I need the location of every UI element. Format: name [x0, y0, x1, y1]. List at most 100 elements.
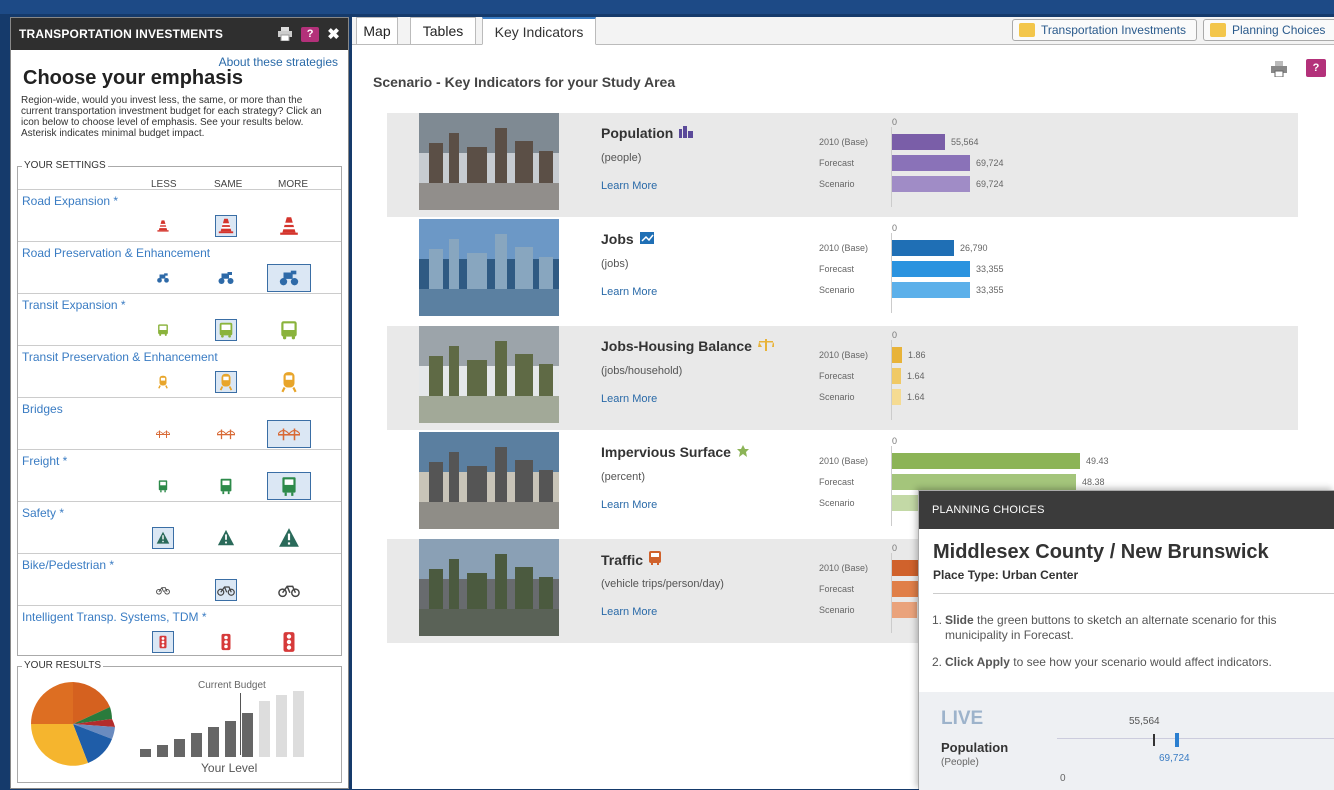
base-marker	[1153, 734, 1155, 746]
bar-value: 69,724	[976, 158, 1004, 168]
budget-level-bar	[191, 733, 202, 757]
bridge-icon[interactable]	[267, 420, 311, 448]
bar-value: 33,355	[976, 264, 1004, 274]
bus-icon[interactable]	[154, 321, 172, 339]
roller-icon[interactable]	[154, 269, 172, 287]
learn-more-link[interactable]: Learn More	[601, 499, 657, 511]
indicator-unit: (people)	[601, 152, 642, 164]
settings-box: YOUR SETTINGS LESS SAME MORE Road Expans…	[17, 160, 342, 656]
bridge-icon[interactable]	[215, 423, 237, 445]
step-2-bold: Click Apply	[945, 655, 1010, 669]
panel-title: TRANSPORTATION INVESTMENTS	[19, 27, 224, 41]
print-icon[interactable]	[1270, 61, 1288, 80]
population-slider-handle[interactable]	[1175, 733, 1179, 747]
roller-icon[interactable]	[267, 264, 311, 292]
train-icon[interactable]	[276, 369, 302, 395]
planning-choices-button[interactable]: Planning Choices	[1203, 19, 1334, 41]
bar-label: 2010 (Base)	[819, 137, 869, 147]
truck-icon[interactable]	[154, 477, 172, 495]
step-2: 2. Click Apply to see how your scenario …	[932, 655, 1272, 669]
cursor-icon	[1210, 23, 1226, 37]
indicator-unit: (jobs)	[601, 258, 629, 270]
traffic-cone-icon[interactable]	[215, 215, 237, 237]
bicycle-icon[interactable]	[215, 579, 237, 601]
bar-label: 2010 (Base)	[819, 243, 869, 253]
indicator-bar	[892, 176, 970, 192]
tab-map[interactable]: Map	[356, 17, 398, 45]
learn-more-link[interactable]: Learn More	[601, 393, 657, 405]
indicator-title: Jobs-Housing Balance	[601, 338, 776, 354]
slider-zero: 0	[1060, 773, 1066, 784]
base-value: 55,564	[1129, 716, 1160, 727]
bicycle-icon[interactable]	[154, 581, 172, 599]
indicator-unit: (vehicle trips/person/day)	[601, 578, 724, 590]
warning-triangle-icon[interactable]	[152, 527, 174, 549]
bar-label: 2010 (Base)	[819, 563, 869, 573]
axis-zero: 0	[892, 117, 898, 127]
tab-key-indicators[interactable]: Key Indicators	[482, 17, 596, 45]
learn-more-link[interactable]: Learn More	[601, 606, 657, 618]
indicator-card: Population (people) Learn More 0 2010 (B…	[387, 113, 1298, 217]
print-icon[interactable]	[277, 27, 293, 41]
popup-header: PLANNING CHOICES	[919, 491, 1334, 529]
strategy-name: Bridges	[22, 402, 63, 416]
bar-value: 69,724	[976, 179, 1004, 189]
indicator-bar	[892, 282, 970, 298]
train-icon[interactable]	[215, 371, 237, 393]
bar-label: Scenario	[819, 605, 855, 615]
axis-zero: 0	[892, 436, 898, 446]
budget-level-bar	[140, 749, 151, 757]
warning-triangle-icon[interactable]	[276, 525, 302, 551]
emphasis-description: Region-wide, would you invest less, the …	[21, 95, 322, 139]
close-icon[interactable]: ✖	[327, 25, 340, 43]
your-level-label: Your Level	[201, 761, 258, 775]
traffic-cone-icon[interactable]	[154, 217, 172, 235]
indicator-title: Population	[601, 125, 694, 141]
learn-more-link[interactable]: Learn More	[601, 286, 657, 298]
learn-more-link[interactable]: Learn More	[601, 180, 657, 192]
budget-level-bar	[293, 691, 304, 757]
budget-pie-chart	[31, 682, 115, 766]
traffic-cone-icon[interactable]	[276, 213, 302, 239]
results-label: YOUR RESULTS	[22, 660, 104, 671]
truck-icon[interactable]	[267, 472, 311, 500]
section-title: Scenario - Key Indicators for your Study…	[373, 74, 676, 90]
bicycle-icon[interactable]	[276, 577, 302, 603]
roller-icon[interactable]	[215, 267, 237, 289]
bus-icon[interactable]	[276, 317, 302, 343]
planning-choices-popup: PLANNING CHOICES Middlesex County / New …	[918, 490, 1334, 790]
bar-value: 33,355	[976, 285, 1004, 295]
transportation-investments-button[interactable]: Transportation Investments	[1012, 19, 1197, 41]
indicator-bar	[892, 453, 1080, 469]
bar-value: 26,790	[960, 243, 988, 253]
train-icon[interactable]	[154, 373, 172, 391]
help-button[interactable]: ?	[1306, 59, 1326, 77]
indicator-card: Jobs (jobs) Learn More 0 2010 (Base) 26,7…	[387, 219, 1298, 323]
budget-level-bar	[225, 721, 236, 757]
indicator-bar	[892, 134, 945, 150]
population-slider-track	[1057, 738, 1334, 739]
traffic-light-icon[interactable]	[215, 631, 237, 653]
leaf-icon	[736, 444, 749, 460]
warning-triangle-icon[interactable]	[215, 527, 237, 549]
traffic-light-icon[interactable]	[152, 631, 174, 653]
tab-tables[interactable]: Tables	[410, 17, 476, 45]
step-2-text: to see how your scenario would affect in…	[1013, 655, 1272, 669]
strategy-row: Bike/Pedestrian *	[18, 553, 341, 604]
strategy-name: Road Expansion *	[22, 194, 119, 208]
bus-icon[interactable]	[215, 319, 237, 341]
indicator-bar	[892, 602, 917, 618]
balance-icon	[757, 338, 776, 354]
help-button[interactable]: ?	[301, 26, 320, 42]
bar-label: Forecast	[819, 264, 855, 274]
indicator-bar	[892, 474, 1076, 490]
strategy-row: Safety *	[18, 501, 341, 552]
strategy-row: Transit Preservation & Enhancement	[18, 345, 341, 396]
traffic-light-icon[interactable]	[276, 629, 302, 655]
indicator-card: Jobs-Housing Balance (jobs/household) Le…	[387, 326, 1298, 430]
truck-icon[interactable]	[215, 475, 237, 497]
indicator-photo	[419, 539, 559, 636]
indicator-photo	[419, 432, 559, 529]
strategy-name: Safety *	[22, 506, 65, 520]
bridge-icon[interactable]	[154, 425, 172, 443]
